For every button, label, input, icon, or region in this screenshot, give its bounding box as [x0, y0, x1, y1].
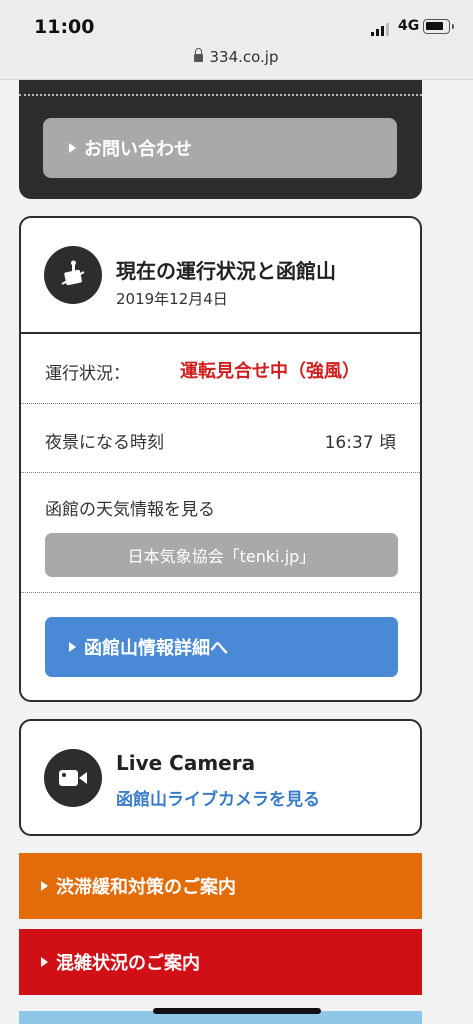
live-camera-link[interactable]: 函館山ライブカメラを見る: [116, 785, 320, 810]
divider: [21, 332, 420, 334]
ropeway-icon: [44, 246, 102, 304]
status-card-title: 現在の運行状況と函館山: [116, 259, 336, 283]
crowd-info-label: 混雑状況のご案内: [56, 953, 200, 974]
triangle-right-icon: [41, 957, 48, 967]
operation-status-label: 運行状況：: [45, 364, 130, 384]
triangle-right-icon: [41, 881, 48, 891]
crowd-info-bar[interactable]: 混雑状況のご案内: [19, 929, 422, 995]
clock: 11:00: [34, 16, 95, 38]
live-camera-card[interactable]: Live Camera 函館山ライブカメラを見る: [19, 719, 422, 836]
mount-detail-label: 函館山情報詳細へ: [84, 638, 228, 659]
mount-detail-button[interactable]: 函館山情報詳細へ: [45, 617, 398, 677]
divider: [21, 472, 420, 473]
weather-info-label: 函館の天気情報を見る: [45, 500, 215, 520]
operation-status-card: 現在の運行状況と函館山 2019年12月4日 運行状況： 運転見合せ中（強風） …: [19, 216, 422, 702]
camera-icon: [44, 749, 102, 807]
traffic-info-label: 渋滞緩和対策のご案内: [56, 877, 236, 898]
divider: [21, 403, 420, 404]
home-indicator: [153, 1008, 321, 1014]
triangle-right-icon: [69, 642, 76, 652]
traffic-info-bar[interactable]: 渋滞緩和対策のご案内: [19, 853, 422, 919]
contact-button-label: お問い合わせ: [84, 139, 192, 160]
network-type: 4G: [398, 18, 420, 34]
night-view-label: 夜景になる時刻: [45, 433, 164, 453]
live-camera-title: Live Camera: [116, 751, 256, 775]
url-bar[interactable]: 334.co.jp: [0, 48, 473, 66]
lock-icon: [194, 48, 204, 62]
night-view-time: 16:37 頃: [324, 433, 396, 453]
status-date: 2019年12月4日: [116, 290, 228, 308]
triangle-right-icon: [69, 143, 76, 153]
signal-icon: [371, 22, 389, 36]
contact-section: お問い合わせ: [19, 80, 422, 199]
browser-status-bar: 11:00 4G 334.co.jp: [0, 0, 473, 80]
contact-button[interactable]: お問い合わせ: [43, 118, 397, 178]
operation-status-value: 運転見合せ中（強風）: [180, 361, 360, 382]
url-text: 334.co.jp: [209, 48, 279, 66]
tenki-link-button[interactable]: 日本気象協会「tenki.jp」: [45, 533, 398, 577]
battery-icon: [423, 19, 454, 34]
divider: [21, 592, 420, 593]
dotted-divider: [19, 94, 422, 96]
